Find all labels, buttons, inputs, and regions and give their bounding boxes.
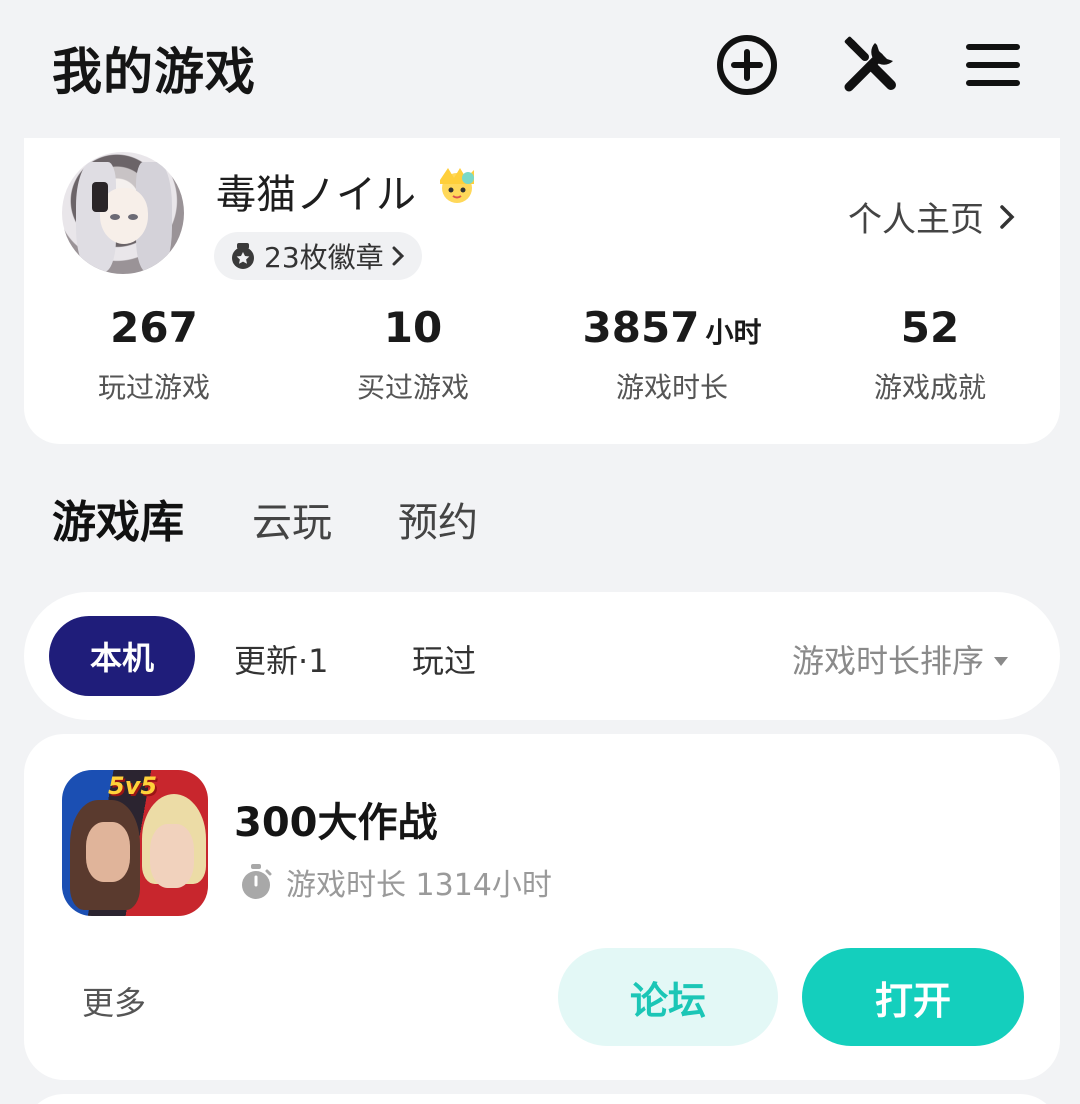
- character-badge-icon: [440, 168, 474, 203]
- badges-pill[interactable]: 23枚徽章: [214, 232, 422, 280]
- stat-label: 买过游戏: [356, 371, 469, 404]
- stat-value: 52: [900, 303, 960, 352]
- my-games-page: 我的游戏 毒猫ノイル 23枚徽章 个人主页 267 玩过游戏 10 买过游戏 3…: [0, 0, 1080, 1104]
- sort-label: 游戏时长排序: [791, 642, 984, 680]
- stat-played-games[interactable]: 267 玩过游戏: [34, 300, 274, 406]
- filter-chip-played[interactable]: 玩过: [412, 636, 476, 682]
- game-icon[interactable]: 5v5: [62, 770, 208, 916]
- filter-chip-updates[interactable]: 更新·1: [234, 636, 329, 682]
- badges-label: 23枚徽章: [264, 241, 384, 274]
- tools-icon[interactable]: [836, 30, 906, 100]
- stat-achievements[interactable]: 52 游戏成就: [810, 300, 1050, 406]
- stats-row: 267 玩过游戏 10 买过游戏 3857 小时 游戏时长 52 游戏成就: [24, 300, 1060, 410]
- profile-card: 毒猫ノイル 23枚徽章 个人主页 267 玩过游戏 10 买过游戏 3857 小…: [24, 138, 1060, 444]
- stat-label: 游戏时长: [615, 371, 728, 404]
- menu-icon[interactable]: [958, 30, 1028, 100]
- tab-label: 游戏库: [52, 497, 184, 548]
- stat-unit: 小时: [705, 316, 762, 349]
- stat-label: 玩过游戏: [97, 371, 210, 404]
- playtime-text: 游戏时长 1314小时: [286, 868, 552, 903]
- sort-dropdown[interactable]: 游戏时长排序: [792, 636, 1008, 682]
- filter-bar: 本机 更新·1 玩过 游戏时长排序: [24, 592, 1060, 720]
- forum-button[interactable]: 论坛: [558, 948, 778, 1046]
- header: 我的游戏: [0, 0, 1080, 130]
- chevron-right-icon: [1000, 204, 1015, 229]
- tab-game-library[interactable]: 游戏库: [48, 486, 186, 550]
- stat-value: 10: [383, 303, 443, 352]
- stat-bought-games[interactable]: 10 买过游戏: [293, 300, 533, 406]
- more-button[interactable]: 更多: [82, 978, 146, 1024]
- page-title: 我的游戏: [52, 43, 256, 101]
- game-playtime: 游戏时长 1314小时: [238, 860, 552, 904]
- chevron-right-icon: [392, 246, 404, 266]
- homepage-label: 个人主页: [848, 200, 984, 240]
- tab-label: 预约: [398, 500, 478, 546]
- homepage-link[interactable]: 个人主页: [848, 192, 1016, 241]
- game-icon-tag: 5v5: [108, 772, 158, 800]
- add-circle-icon[interactable]: [712, 30, 782, 100]
- game-card: 5v5 300大作战 游戏时长 1314小时 更多 论坛 打开: [24, 734, 1060, 1080]
- username: 毒猫ノイル: [216, 172, 416, 218]
- stopwatch-icon: [242, 864, 272, 899]
- stat-value: 3857: [582, 303, 700, 352]
- medal-icon: [232, 243, 254, 269]
- tab-cloud-play[interactable]: 云玩: [252, 490, 332, 548]
- tab-reservations[interactable]: 预约: [398, 490, 478, 548]
- caret-down-icon: [994, 656, 1008, 666]
- open-button[interactable]: 打开: [802, 948, 1024, 1046]
- next-game-card: [24, 1094, 1060, 1104]
- avatar[interactable]: [62, 152, 184, 274]
- tab-label: 云玩: [252, 500, 332, 546]
- stat-label: 游戏成就: [873, 371, 986, 404]
- stat-value: 267: [110, 303, 198, 352]
- filter-chip-local[interactable]: 本机: [49, 616, 195, 696]
- game-title[interactable]: 300大作战: [234, 790, 438, 848]
- stat-play-time[interactable]: 3857 小时 游戏时长: [552, 300, 792, 406]
